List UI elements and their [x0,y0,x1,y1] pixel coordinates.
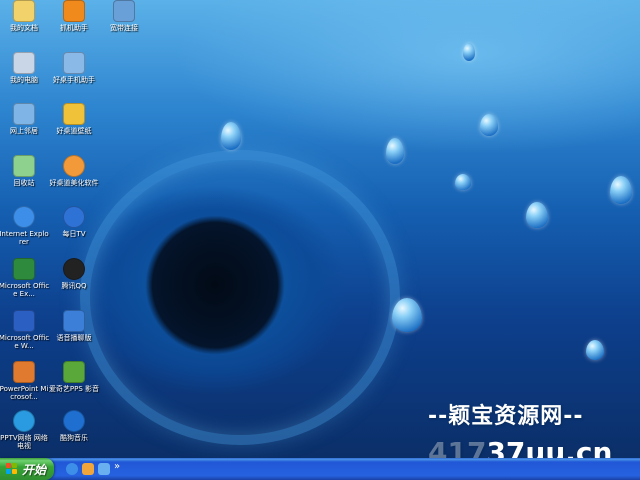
desktop-icon-office-powerpoint[interactable]: PowerPoint Microsof... [0,361,50,401]
water-drop [221,122,241,150]
desktop-icon-my-documents[interactable]: 我的文档 [0,0,50,32]
windows-flag-icon [6,463,18,475]
show-desktop-quicklaunch-icon[interactable] [98,463,110,475]
excel-icon [13,258,35,280]
desktop-icon-office-excel[interactable]: Microsoft Office Ex... [0,258,50,298]
watermark-site-name: --颖宝资源网-- [428,404,584,429]
desktop-icon-internet-explorer[interactable]: Internet Explorer [0,206,50,246]
desktop-icon-daily-tv[interactable]: 每日TV [48,206,100,238]
water-splash [80,150,400,445]
ie-quicklaunch-icon[interactable] [66,463,78,475]
media-player-quicklaunch-icon[interactable] [82,463,94,475]
tv-icon [63,206,85,228]
water-drop [526,202,548,228]
desktop-icon-network-places[interactable]: 网上邻居 [0,103,50,135]
desktop-icon-iqiyi-pps[interactable]: 爱奇艺PPS 影音 [48,361,100,393]
desktop-icon-phone-assistant-app[interactable]: 抓机助手 [48,0,100,32]
water-drop [586,340,604,360]
start-button[interactable]: 开始 [0,458,54,480]
desktop-icon-pptv[interactable]: PPTV网络 网络电视 [0,410,50,450]
water-drop [610,176,632,204]
water-drop [392,298,422,332]
broadband-icon [113,0,135,22]
pptv-icon [13,410,35,432]
taskbar: 开始 » [0,458,640,480]
recycle-bin-icon [13,155,35,177]
quicklaunch-more-icon[interactable]: » [114,461,120,472]
word-icon [13,310,35,332]
desktop-icon-broadband-connection[interactable]: 宽带连接 [98,0,150,32]
water-drop [463,43,475,61]
powerpoint-icon [13,361,35,383]
desktop-icon-tencent-qq[interactable]: 腾讯QQ [48,258,100,290]
desktop-icon-wallpaper-app[interactable]: 好桌道壁纸 [48,103,100,135]
qq-icon [63,258,85,280]
water-drop [455,174,471,190]
water-drop [480,114,498,136]
folder-icon [13,0,35,22]
phone-icon [63,52,85,74]
desktop-icon-mobile-assistant[interactable]: 好桌手机助手 [48,52,100,84]
desktop-icon-recycle-bin[interactable]: 回收站 [0,155,50,187]
desktop-icon-beautify-app[interactable]: 好桌道美化软件 [48,155,100,187]
desktop-icon-my-computer[interactable]: 我的电脑 [0,52,50,84]
computer-icon [13,52,35,74]
beautify-icon [63,155,85,177]
wallpaper-icon [63,103,85,125]
desktop-icon-voice-chat[interactable]: 语音播聊版 [48,310,100,342]
kugou-icon [63,410,85,432]
app-icon [63,0,85,22]
desktop-icon-kugou-music[interactable]: 酷狗音乐 [48,410,100,442]
desktop-icon-office-word[interactable]: Microsoft Office W... [0,310,50,350]
water-drop [386,138,404,164]
voice-icon [63,310,85,332]
start-button-label: 开始 [22,463,47,477]
ie-icon [13,206,35,228]
pps-icon [63,361,85,383]
network-icon [13,103,35,125]
